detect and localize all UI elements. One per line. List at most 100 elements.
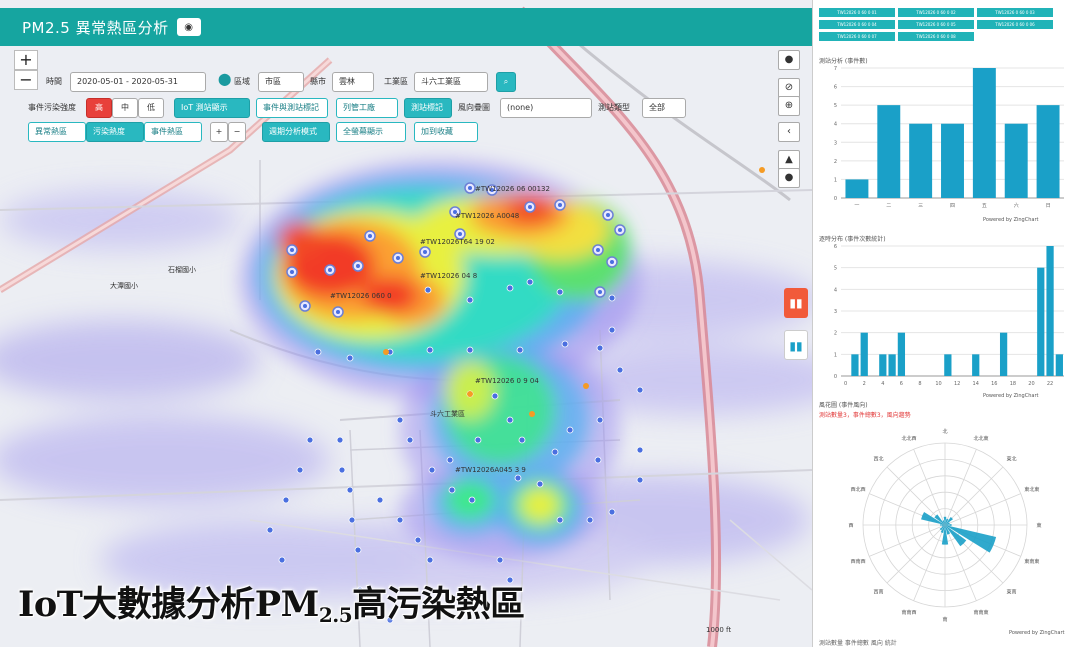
bar[interactable]: [1046, 246, 1054, 376]
bar[interactable]: [877, 105, 901, 198]
bar[interactable]: [1055, 354, 1063, 376]
station-dot[interactable]: [491, 392, 499, 400]
station-chip[interactable]: TW12026 0 60 0 03: [977, 8, 1053, 17]
station-dot[interactable]: [608, 508, 616, 516]
bar[interactable]: [972, 354, 980, 376]
bar-chart-icon[interactable]: ▮▮: [784, 288, 808, 318]
map-panel[interactable]: #TW12026 06 00132 #TW12026 A0048 #TW1202…: [0, 0, 812, 647]
bar[interactable]: [860, 332, 868, 376]
station-chip[interactable]: TW12026 0 60 0 05: [898, 20, 974, 29]
event-dot[interactable]: [383, 349, 389, 355]
bar[interactable]: [879, 354, 887, 376]
station-dot[interactable]: [556, 516, 564, 524]
station-dot[interactable]: [566, 426, 574, 434]
station-dot[interactable]: [426, 346, 434, 354]
station-chip[interactable]: TW12026 0 60 0 01: [819, 8, 895, 17]
station-dot[interactable]: [596, 416, 604, 424]
station-dot[interactable]: [586, 516, 594, 524]
station-dot[interactable]: [474, 436, 482, 444]
sensor-marker-button[interactable]: 測站標記: [404, 98, 452, 118]
station-dot[interactable]: [406, 436, 414, 444]
station-dot[interactable]: [561, 340, 569, 348]
station-dot[interactable]: [556, 288, 564, 296]
station-dot[interactable]: [636, 386, 644, 394]
tab-event-hotspot[interactable]: 事件熱區: [144, 122, 202, 142]
event-dot[interactable]: [467, 391, 473, 397]
zoom-in-button[interactable]: +: [14, 50, 38, 70]
level-high-button[interactable]: 高: [86, 98, 112, 118]
station-dot[interactable]: [376, 496, 384, 504]
station-dot[interactable]: [314, 348, 322, 356]
station-dot[interactable]: [354, 546, 362, 554]
tab-pollution-heat[interactable]: 污染熱度: [86, 122, 144, 142]
station-dot[interactable]: [596, 344, 604, 352]
station-dot[interactable]: [506, 416, 514, 424]
station-dot[interactable]: [514, 474, 522, 482]
station-dot[interactable]: [636, 446, 644, 454]
station-dot[interactable]: [428, 466, 436, 474]
bar[interactable]: [888, 354, 896, 376]
locate-button[interactable]: ⊕: [778, 96, 800, 116]
station-dot[interactable]: [266, 526, 274, 534]
station-dot[interactable]: [424, 286, 432, 294]
analysis-mode-button[interactable]: 週期分析模式: [262, 122, 330, 142]
station-dot[interactable]: [336, 436, 344, 444]
level-mid-button[interactable]: 中: [112, 98, 138, 118]
station-chip[interactable]: TW12026 0 60 0 08: [898, 32, 974, 41]
station-dot[interactable]: [594, 456, 602, 464]
layers-button[interactable]: ●: [778, 50, 800, 70]
reset-button[interactable]: ●: [778, 168, 800, 188]
bar[interactable]: [972, 68, 996, 198]
clear-button[interactable]: ⊘: [778, 78, 800, 98]
favorite-button[interactable]: 加到收藏: [414, 122, 478, 142]
station-dot[interactable]: [448, 486, 456, 494]
station-dot[interactable]: [466, 296, 474, 304]
station-dot[interactable]: [496, 556, 504, 564]
station-dot[interactable]: [506, 284, 514, 292]
station-dot[interactable]: [414, 536, 422, 544]
plus-icon[interactable]: +: [210, 122, 228, 142]
north-button[interactable]: ▲: [778, 150, 800, 170]
station-dot[interactable]: [426, 556, 434, 564]
station-dot[interactable]: [346, 354, 354, 362]
minus-icon[interactable]: −: [228, 122, 246, 142]
station-dot[interactable]: [616, 366, 624, 374]
bar[interactable]: [897, 332, 906, 376]
event-dot[interactable]: [759, 167, 765, 173]
event-marker-button[interactable]: 事件與測站標記: [256, 98, 328, 118]
station-dot[interactable]: [296, 466, 304, 474]
station-dot[interactable]: [348, 516, 356, 524]
station-dot[interactable]: [536, 480, 544, 488]
event-dot[interactable]: [583, 383, 589, 389]
bar[interactable]: [999, 332, 1008, 376]
station-dot[interactable]: [551, 448, 559, 456]
station-dot[interactable]: [396, 516, 404, 524]
station-dot[interactable]: [282, 496, 290, 504]
station-dot[interactable]: [338, 466, 346, 474]
bar[interactable]: [909, 123, 933, 198]
statistics-icon[interactable]: ▮▮: [784, 330, 808, 360]
factory-button[interactable]: 列管工廠: [336, 98, 398, 118]
iot-station-button[interactable]: IoT 測站顯示: [174, 98, 250, 118]
bar[interactable]: [944, 354, 952, 376]
station-dot[interactable]: [466, 346, 474, 354]
station-dot[interactable]: [608, 294, 616, 302]
bar[interactable]: [1004, 123, 1028, 198]
bar[interactable]: [1037, 267, 1045, 376]
wind-select[interactable]: (none): [500, 98, 592, 118]
station-dot[interactable]: [278, 556, 286, 564]
bar[interactable]: [1036, 105, 1060, 198]
station-type-select[interactable]: 全部: [642, 98, 686, 118]
station-dot[interactable]: [518, 436, 526, 444]
station-dot[interactable]: [526, 278, 534, 286]
industrial-select[interactable]: 斗六工業區: [414, 72, 488, 92]
station-dot[interactable]: [636, 476, 644, 484]
zoom-out-button[interactable]: −: [14, 70, 38, 90]
fullscreen-button[interactable]: 全螢幕顯示: [336, 122, 406, 142]
station-dot[interactable]: [516, 346, 524, 354]
level-low-button[interactable]: 低: [138, 98, 164, 118]
bar[interactable]: [851, 354, 859, 376]
station-dot[interactable]: [608, 326, 616, 334]
station-dot[interactable]: [396, 416, 404, 424]
tab-anomaly-hotspot[interactable]: 異常熱區: [28, 122, 86, 142]
